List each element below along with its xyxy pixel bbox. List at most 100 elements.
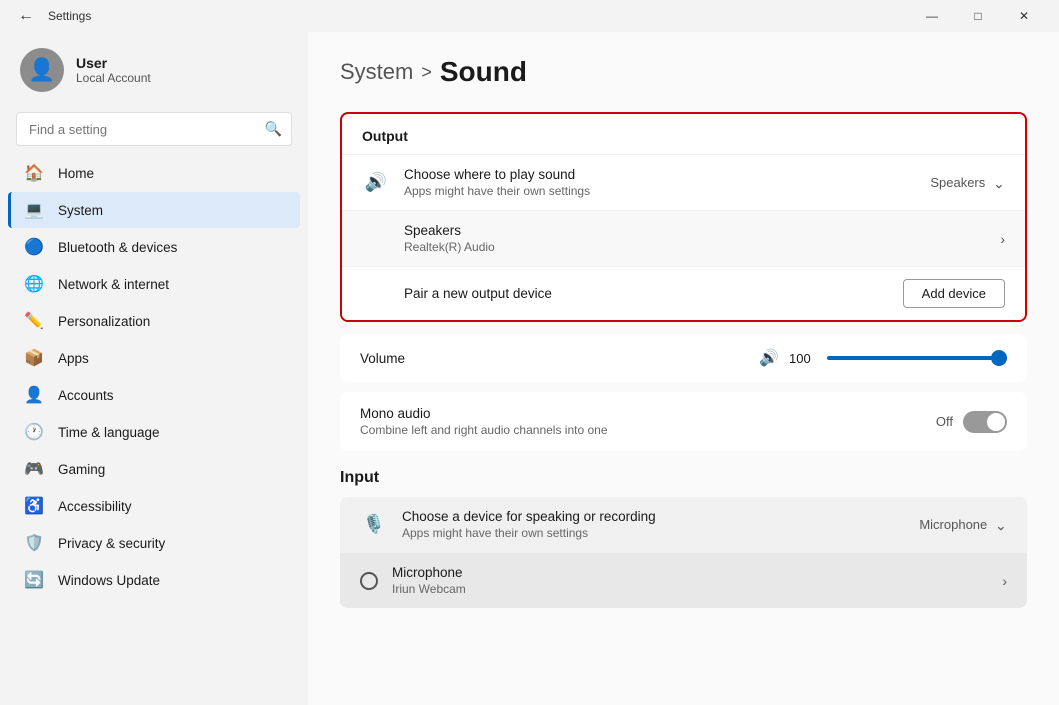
mono-text: Mono audio Combine left and right audio … [360,406,922,437]
pair-output-label: Pair a new output device [404,286,889,301]
input-section-header: Input [340,461,1027,497]
choose-input-title: Choose a device for speaking or recordin… [402,509,905,524]
sidebar-item-label: Apps [58,351,89,366]
personalization-icon: ✏️ [24,311,44,331]
breadcrumb: System > Sound [340,56,1027,88]
volume-value: 100 [789,351,817,366]
breadcrumb-current: Sound [440,56,527,88]
sidebar-item-label: Network & internet [58,277,169,292]
mono-state: Off [936,414,953,429]
sidebar-item-label: Home [58,166,94,181]
sidebar-item-accessibility[interactable]: ♿ Accessibility [8,488,300,524]
sidebar-item-apps[interactable]: 📦 Apps [8,340,300,376]
system-icon: 💻 [24,200,44,220]
sidebar-item-network[interactable]: 🌐 Network & internet [8,266,300,302]
mic-chevron-icon: › [1002,573,1007,589]
main-content: System > Sound Output 🔊 Choose where to … [308,32,1059,705]
choose-input-sub: Apps might have their own settings [402,526,905,540]
gaming-icon: 🎮 [24,459,44,479]
expand-chevron-icon[interactable]: ⌃ [993,174,1005,191]
sidebar-item-label: Accounts [58,388,114,403]
window-controls: — □ ✕ [909,0,1047,32]
output-section: Output 🔊 Choose where to play sound Apps… [340,112,1027,322]
choose-output-value: Speakers [930,175,985,190]
apps-icon: 📦 [24,348,44,368]
sidebar-item-system[interactable]: 💻 System [8,192,300,228]
volume-card: Volume 🔊 100 [340,334,1027,382]
sidebar-item-bluetooth[interactable]: 🔵 Bluetooth & devices [8,229,300,265]
speakers-title: Speakers [404,223,986,238]
update-icon: 🔄 [24,570,44,590]
sidebar-item-personalization[interactable]: ✏️ Personalization [8,303,300,339]
titlebar: ← Settings — □ ✕ [0,0,1059,32]
back-button[interactable]: ← [12,3,40,29]
speakers-row[interactable]: Speakers Realtek(R) Audio › [342,210,1025,266]
mic-sub: Iriun Webcam [392,582,988,596]
mic-text: Microphone Iriun Webcam [392,565,988,596]
add-output-device-button[interactable]: Add device [903,279,1005,308]
speakers-text: Speakers Realtek(R) Audio [404,223,986,254]
user-name: User [76,55,151,71]
choose-output-right: Speakers ⌃ [930,174,1005,191]
app-body: 👤 User Local Account 🔍 🏠 Home 💻 System 🔵 [0,32,1059,705]
accessibility-icon: ♿ [24,496,44,516]
expand-input-chevron-icon[interactable]: ⌃ [995,516,1007,533]
speaker-icon: 🔊 [362,172,390,193]
choose-output-text: Choose where to play sound Apps might ha… [404,167,916,198]
choose-input-row[interactable]: 🎙️ Choose a device for speaking or recor… [340,497,1027,552]
sidebar-item-gaming[interactable]: 🎮 Gaming [8,451,300,487]
sidebar-item-privacy[interactable]: 🛡️ Privacy & security [8,525,300,561]
sidebar-item-accounts[interactable]: 👤 Accounts [8,377,300,413]
pair-output-text: Pair a new output device [404,286,889,301]
sidebar-item-label: Windows Update [58,573,160,588]
accounts-icon: 👤 [24,385,44,405]
microphone-row[interactable]: Microphone Iriun Webcam › [340,552,1027,608]
choose-output-sub: Apps might have their own settings [404,184,916,198]
sidebar-item-label: Privacy & security [58,536,165,551]
speakers-sub: Realtek(R) Audio [404,240,986,254]
maximize-button[interactable]: □ [955,0,1001,32]
mono-right: Off [936,411,1007,433]
sidebar-item-update[interactable]: 🔄 Windows Update [8,562,300,598]
user-info: User Local Account [76,55,151,85]
search-input[interactable] [16,112,292,146]
choose-input-text: Choose a device for speaking or recordin… [402,509,905,540]
choose-output-row[interactable]: 🔊 Choose where to play sound Apps might … [342,154,1025,210]
mono-audio-row: Mono audio Combine left and right audio … [340,392,1027,451]
mono-toggle[interactable] [963,411,1007,433]
mono-label: Mono audio [360,406,922,421]
sidebar: 👤 User Local Account 🔍 🏠 Home 💻 System 🔵 [0,32,308,705]
nav-list: 🏠 Home 💻 System 🔵 Bluetooth & devices 🌐 … [0,154,308,599]
close-button[interactable]: ✕ [1001,0,1047,32]
home-icon: 🏠 [24,163,44,183]
sidebar-item-time[interactable]: 🕐 Time & language [8,414,300,450]
search-box: 🔍 [16,112,292,146]
mic-circle-icon [360,572,378,590]
privacy-icon: 🛡️ [24,533,44,553]
volume-icon: 🔊 [759,348,779,368]
sidebar-item-label: Gaming [58,462,105,477]
volume-label: Volume [360,351,745,366]
avatar: 👤 [20,48,64,92]
sidebar-item-label: Accessibility [58,499,132,514]
microphone-icon: 🎙️ [360,514,388,535]
sidebar-item-label: Bluetooth & devices [58,240,177,255]
minimize-button[interactable]: — [909,0,955,32]
mono-sub: Combine left and right audio channels in… [360,423,922,437]
pair-output-row: Pair a new output device Add device [342,266,1025,320]
user-account: Local Account [76,71,151,85]
speakers-chevron-icon: › [1000,231,1005,247]
input-section: 🎙️ Choose a device for speaking or recor… [340,497,1027,608]
titlebar-title: Settings [48,9,901,23]
sidebar-item-label: System [58,203,103,218]
time-icon: 🕐 [24,422,44,442]
volume-slider[interactable] [827,356,1007,360]
volume-controls: 🔊 100 [759,348,1007,368]
mic-title: Microphone [392,565,988,580]
choose-output-title: Choose where to play sound [404,167,916,182]
bluetooth-icon: 🔵 [24,237,44,257]
breadcrumb-parent: System [340,59,413,85]
sidebar-item-home[interactable]: 🏠 Home [8,155,300,191]
network-icon: 🌐 [24,274,44,294]
user-profile: 👤 User Local Account [0,32,308,108]
